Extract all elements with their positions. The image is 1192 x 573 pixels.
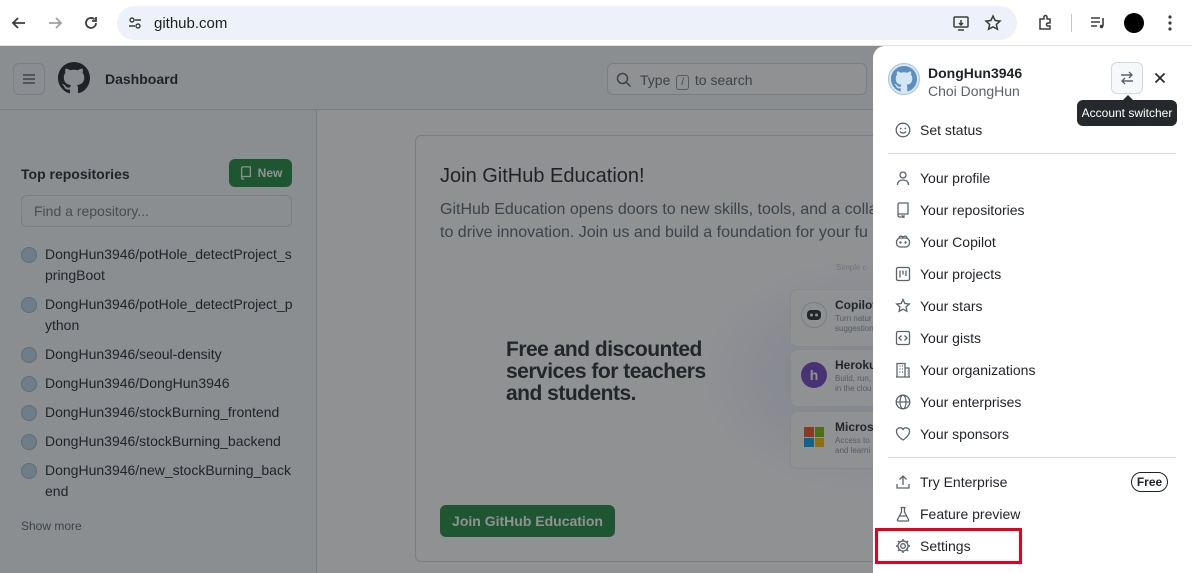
toolbar-separator <box>1071 14 1072 32</box>
person-icon <box>895 170 911 186</box>
free-badge: Free <box>1131 472 1168 492</box>
menu-item-label: Your projects <box>920 266 1002 282</box>
username: DongHun3946 <box>928 65 1023 81</box>
upload-icon <box>895 474 911 490</box>
reload-icon[interactable] <box>79 11 103 35</box>
menu-item-your-sponsors[interactable]: Your sponsors <box>888 420 1178 448</box>
site-info-icon[interactable] <box>125 13 145 33</box>
menu-item-your-enterprises[interactable]: Your enterprises <box>888 388 1178 416</box>
menu-item-label: Your profile <box>920 170 991 186</box>
globe-icon <box>895 394 911 410</box>
arrow-switch-icon <box>1121 71 1133 85</box>
star-icon <box>895 298 911 314</box>
repo-icon <box>895 202 911 218</box>
copilot-icon <box>895 234 911 250</box>
user-avatar <box>888 63 920 95</box>
menu-item-label: Your enterprises <box>920 394 1022 410</box>
organization-icon <box>895 362 911 378</box>
code-square-icon <box>895 330 911 346</box>
menu-item-label: Set status <box>920 122 983 138</box>
forward-icon[interactable] <box>43 11 67 35</box>
account-switcher-tooltip: Account switcher <box>1077 95 1177 126</box>
heart-icon <box>895 426 911 442</box>
media-control-icon[interactable] <box>1086 11 1110 35</box>
menu-item-your-profile[interactable]: Your profile <box>888 164 1178 192</box>
user-fullname: Choi DongHun <box>928 83 1020 99</box>
browser-toolbar: github.com <box>0 0 1192 46</box>
menu-item-feature-preview[interactable]: Feature preview <box>888 500 1178 528</box>
menu-divider <box>888 457 1176 458</box>
smiley-icon <box>895 122 911 138</box>
menu-item-your-gists[interactable]: Your gists <box>888 324 1178 352</box>
menu-item-your-projects[interactable]: Your projects <box>888 260 1178 288</box>
url-text: github.com <box>154 15 228 32</box>
settings-highlight-box <box>875 528 1022 564</box>
install-app-icon[interactable] <box>951 13 971 33</box>
more-menu-icon[interactable] <box>1158 11 1182 35</box>
menu-item-label: Your gists <box>920 330 981 346</box>
menu-item-label: Your repositories <box>920 202 1025 218</box>
close-menu-button[interactable] <box>1151 66 1169 90</box>
menu-item-label: Try Enterprise <box>920 474 1008 490</box>
menu-item-your-repositories[interactable]: Your repositories <box>888 196 1178 224</box>
menu-item-your-stars[interactable]: Your stars <box>888 292 1178 320</box>
menu-item-label: Your sponsors <box>920 426 1009 442</box>
menu-divider <box>888 153 1176 154</box>
browser-profile-avatar[interactable] <box>1124 13 1144 33</box>
extensions-icon[interactable] <box>1033 11 1057 35</box>
close-icon <box>1154 72 1166 84</box>
menu-item-your-organizations[interactable]: Your organizations <box>888 356 1178 384</box>
bookmark-star-icon[interactable] <box>983 13 1003 33</box>
back-icon[interactable] <box>7 11 31 35</box>
beaker-icon <box>895 506 911 522</box>
address-bar[interactable]: github.com <box>117 6 1017 40</box>
project-icon <box>895 266 911 282</box>
menu-item-label: Your stars <box>920 298 983 314</box>
account-switcher-button[interactable] <box>1111 62 1143 94</box>
menu-item-your-copilot[interactable]: Your Copilot <box>888 228 1178 256</box>
menu-item-label: Your Copilot <box>920 234 996 250</box>
menu-item-label: Your organizations <box>920 362 1036 378</box>
menu-item-label: Feature preview <box>920 506 1021 522</box>
